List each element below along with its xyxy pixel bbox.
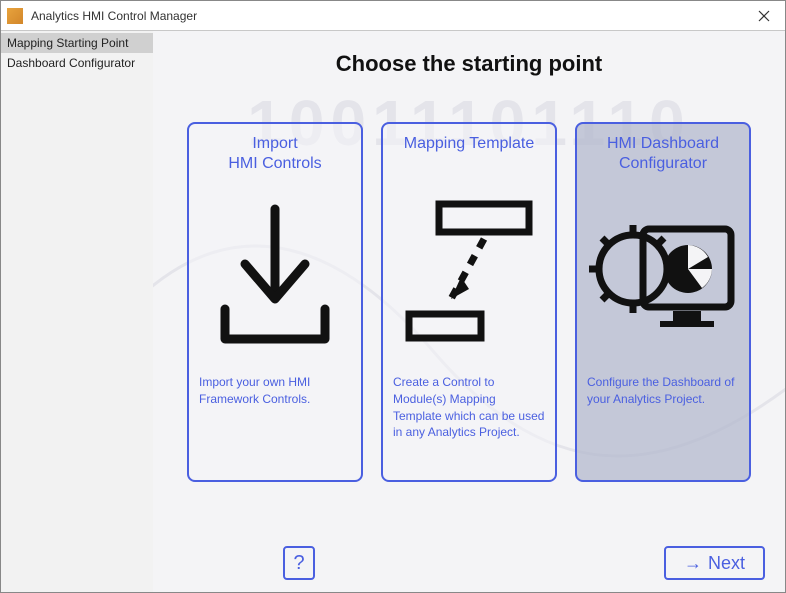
dashboard-icon: [587, 184, 739, 364]
app-icon: [7, 8, 23, 24]
card-title: Mapping Template: [393, 134, 545, 178]
card-hmi-dashboard-configurator[interactable]: HMI Dashboard Configurator: [575, 122, 751, 482]
help-icon: ?: [293, 552, 304, 575]
titlebar: Analytics HMI Control Manager: [1, 1, 785, 31]
close-button[interactable]: [749, 5, 779, 27]
card-row: Import HMI Controls Import your own HMI …: [153, 122, 785, 482]
arrow-right-icon: →: [684, 554, 702, 572]
main-panel: 10011101110 Choose the starting point Im…: [153, 31, 785, 592]
sidebar-item-dashboard-config[interactable]: Dashboard Configurator: [1, 53, 153, 73]
help-button[interactable]: ?: [283, 546, 315, 580]
sidebar-item-label: Dashboard Configurator: [7, 56, 135, 70]
sidebar-item-label: Mapping Starting Point: [7, 36, 128, 50]
download-icon: [199, 184, 351, 364]
sidebar-item-mapping-start[interactable]: Mapping Starting Point: [1, 33, 153, 53]
card-title: Import HMI Controls: [199, 134, 351, 178]
close-icon: [758, 10, 770, 22]
window-title: Analytics HMI Control Manager: [31, 9, 197, 23]
body: Mapping Starting Point Dashboard Configu…: [1, 31, 785, 592]
card-mapping-template[interactable]: Mapping Template Create a Control to Mod…: [381, 122, 557, 482]
card-description: Configure the Dashboard of your Analytic…: [587, 374, 739, 408]
page-headline: Choose the starting point: [153, 31, 785, 77]
sidebar: Mapping Starting Point Dashboard Configu…: [1, 31, 153, 592]
mapping-icon: [393, 184, 545, 364]
footer: ? → Next: [153, 546, 785, 580]
card-description: Create a Control to Module(s) Mapping Te…: [393, 374, 545, 441]
next-label: Next: [708, 553, 745, 574]
next-button[interactable]: → Next: [664, 546, 765, 580]
card-import-hmi-controls[interactable]: Import HMI Controls Import your own HMI …: [187, 122, 363, 482]
card-description: Import your own HMI Framework Controls.: [199, 374, 351, 408]
card-title: HMI Dashboard Configurator: [587, 134, 739, 178]
